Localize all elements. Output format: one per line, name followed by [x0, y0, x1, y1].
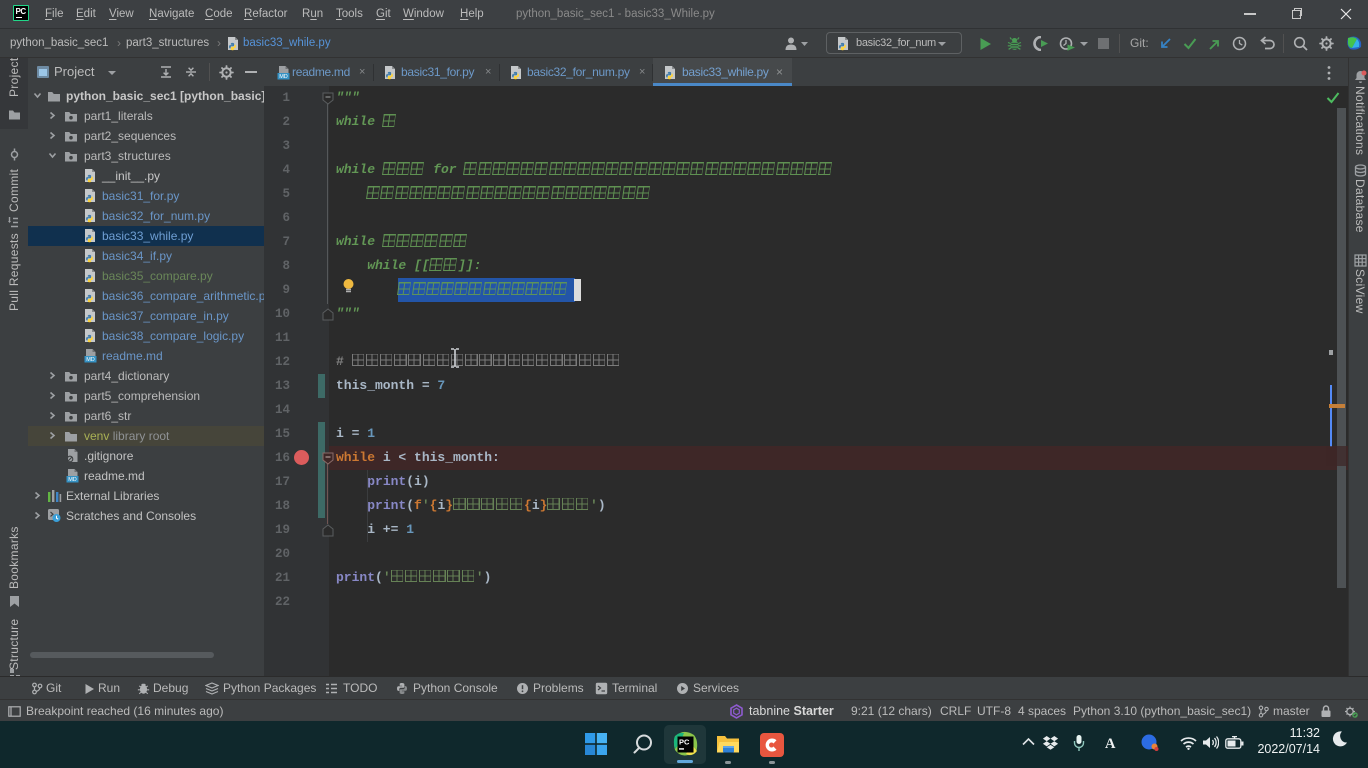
svg-text:PC: PC	[679, 738, 690, 747]
